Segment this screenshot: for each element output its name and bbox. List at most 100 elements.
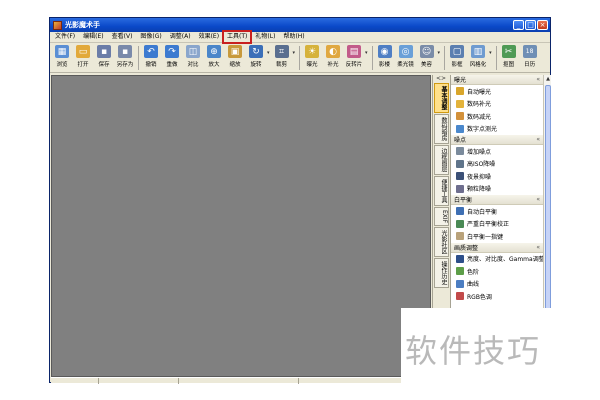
- toolbar-button[interactable]: ⌗ 裁剪: [272, 45, 292, 72]
- scroll-thumb[interactable]: [545, 85, 551, 325]
- minimize-button[interactable]: _: [513, 20, 524, 30]
- panel-item[interactable]: 自动白平衡: [451, 205, 543, 218]
- side-tab[interactable]: 边框图层: [434, 145, 449, 175]
- panel-item[interactable]: 数码补光: [451, 98, 543, 111]
- panel-item-label: 自动白平衡: [467, 208, 498, 216]
- menu-item[interactable]: 效果(E): [196, 32, 222, 42]
- toolbar-button[interactable]: ☀ 曝光: [302, 45, 322, 72]
- toolbar-button-label: 补光: [327, 62, 339, 68]
- grain-denoise-icon: [456, 184, 464, 193]
- toolbar-button[interactable]: ◫ 对比: [183, 45, 203, 72]
- image-canvas[interactable]: [51, 75, 431, 377]
- app-logo-icon: [53, 20, 62, 30]
- toolbar-button[interactable]: ↷ 重做: [162, 45, 182, 72]
- curves-icon: [456, 279, 464, 288]
- collapse-chevron-icon[interactable]: «: [536, 244, 540, 251]
- redo-icon: ↷: [165, 45, 179, 58]
- panel-group-header[interactable]: 噪点 «: [451, 135, 543, 145]
- panel-item[interactable]: RGB色调: [451, 290, 543, 303]
- high-iso-denoise-icon: [456, 159, 464, 168]
- panel-item-label: 自动曝光: [467, 88, 492, 96]
- menu-item[interactable]: 工具(T): [222, 30, 253, 44]
- toolbar-button[interactable]: ▪ 保存: [94, 45, 114, 72]
- menu-item[interactable]: 编辑(E): [80, 32, 106, 42]
- rgb-tone-icon: [456, 292, 464, 301]
- panel-item[interactable]: 增加噪点: [451, 145, 543, 158]
- toolbar-button[interactable]: ▣ 缩放: [225, 45, 245, 72]
- panel-group-header[interactable]: 白平衡 «: [451, 195, 543, 205]
- panel-item[interactable]: 自动曝光: [451, 85, 543, 98]
- toolbar-button[interactable]: ▪ 另存为: [115, 45, 135, 72]
- panel-item[interactable]: 白平衡一指键: [451, 230, 543, 243]
- toolbar-button[interactable]: ▥ 风格化: [468, 45, 488, 72]
- close-button[interactable]: ×: [537, 20, 548, 30]
- cutout-icon: ✂: [501, 45, 516, 58]
- menu-item[interactable]: 图像(G): [137, 32, 164, 42]
- panel-expand-toggle[interactable]: <>: [433, 75, 449, 82]
- status-segment: [99, 378, 179, 384]
- crop-icon: ⌗: [274, 45, 289, 58]
- soft-light-icon: ◎: [398, 45, 413, 58]
- panel-item[interactable]: 曲线: [451, 278, 543, 291]
- maximize-button[interactable]: □: [525, 20, 536, 30]
- add-noise-icon: [456, 147, 464, 156]
- toolbar-button[interactable]: ◉ 影楼: [375, 45, 395, 72]
- toolbar-button[interactable]: ⊕ 放大: [204, 45, 224, 72]
- side-tab[interactable]: 数码暗房: [434, 114, 449, 144]
- night-denoise-icon: [456, 172, 464, 181]
- toolbar-button[interactable]: ◎ 柔光镜: [396, 45, 416, 72]
- toolbar-separator: [371, 46, 373, 70]
- toolbar-button[interactable]: ▦ 浏览: [52, 45, 72, 72]
- save-icon: ▪: [97, 45, 111, 58]
- dropdown-arrow-icon[interactable]: ▾: [438, 50, 441, 56]
- menu-item[interactable]: 礼物(L): [252, 32, 278, 42]
- toolbar-button[interactable]: 18 日历: [520, 45, 540, 72]
- panel-item-label: 色阶: [467, 268, 480, 276]
- panel-group-title: 白平衡: [454, 197, 473, 204]
- side-tab[interactable]: 便捷工具: [434, 176, 449, 206]
- panel-item[interactable]: 颗粒降噪: [451, 183, 543, 196]
- menu-item[interactable]: 文件(F): [52, 32, 78, 42]
- panel-item[interactable]: 严重白平衡校正: [451, 218, 543, 231]
- toolbar-button[interactable]: ☺ 美容: [417, 45, 437, 72]
- dropdown-arrow-icon[interactable]: ▾: [489, 50, 492, 56]
- toolbar-button-label: 美容: [421, 62, 433, 68]
- dropdown-arrow-icon[interactable]: ▾: [365, 50, 368, 56]
- side-tab[interactable]: 基本调整: [434, 83, 449, 113]
- panel-item[interactable]: 色阶: [451, 265, 543, 278]
- title-bar[interactable]: 光影魔术手 _ □ ×: [50, 18, 550, 32]
- scroll-up-arrow-icon[interactable]: ▲: [544, 75, 552, 83]
- collapse-chevron-icon[interactable]: «: [536, 76, 540, 83]
- toolbar-button[interactable]: ↻ 旋转: [246, 45, 266, 72]
- panel-item[interactable]: 亮度、对比度、Gamma调整: [451, 253, 543, 266]
- menu-item[interactable]: 帮助(H): [280, 32, 307, 42]
- panel-item-label: 数字点测光: [467, 126, 498, 134]
- side-tab[interactable]: 光影社区: [434, 227, 449, 258]
- dropdown-arrow-icon[interactable]: ▾: [293, 50, 296, 56]
- side-tab[interactable]: EXIF: [434, 207, 449, 227]
- undo-icon: ↶: [144, 45, 158, 58]
- menu-item[interactable]: 调整(A): [167, 32, 194, 42]
- side-tab[interactable]: 操作历史: [434, 258, 449, 289]
- menu-item[interactable]: 查看(V): [109, 32, 136, 42]
- toolbar-button[interactable]: ▭ 打开: [73, 45, 93, 72]
- panel-item[interactable]: 数码减光: [451, 110, 543, 123]
- toolbar-button[interactable]: ▤ 反转片: [344, 45, 364, 72]
- panel-item[interactable]: 数字点测光: [451, 123, 543, 136]
- panel-item-label: 数码减光: [467, 113, 492, 121]
- panel-group-header[interactable]: 曝光 «: [451, 75, 543, 85]
- panel-group-title: 噪点: [454, 137, 467, 144]
- toolbar-button[interactable]: ◐ 补光: [323, 45, 343, 72]
- toolbar-button-label: 打开: [77, 62, 89, 68]
- toolbar-button[interactable]: ↶ 撤销: [141, 45, 161, 72]
- toolbar-button-label: 日历: [524, 62, 536, 68]
- dropdown-arrow-icon[interactable]: ▾: [267, 50, 270, 56]
- panel-item[interactable]: 高ISO降噪: [451, 158, 543, 171]
- collapse-chevron-icon[interactable]: «: [536, 196, 540, 203]
- panel-group-header[interactable]: 画质调整 «: [451, 242, 543, 253]
- open-folder-icon: ▭: [76, 45, 90, 58]
- toolbar-button[interactable]: ✂ 抠图: [499, 45, 519, 72]
- toolbar-button[interactable]: ▢ 影框: [447, 45, 467, 72]
- collapse-chevron-icon[interactable]: «: [536, 136, 540, 143]
- panel-item[interactable]: 夜景抑噪: [451, 170, 543, 183]
